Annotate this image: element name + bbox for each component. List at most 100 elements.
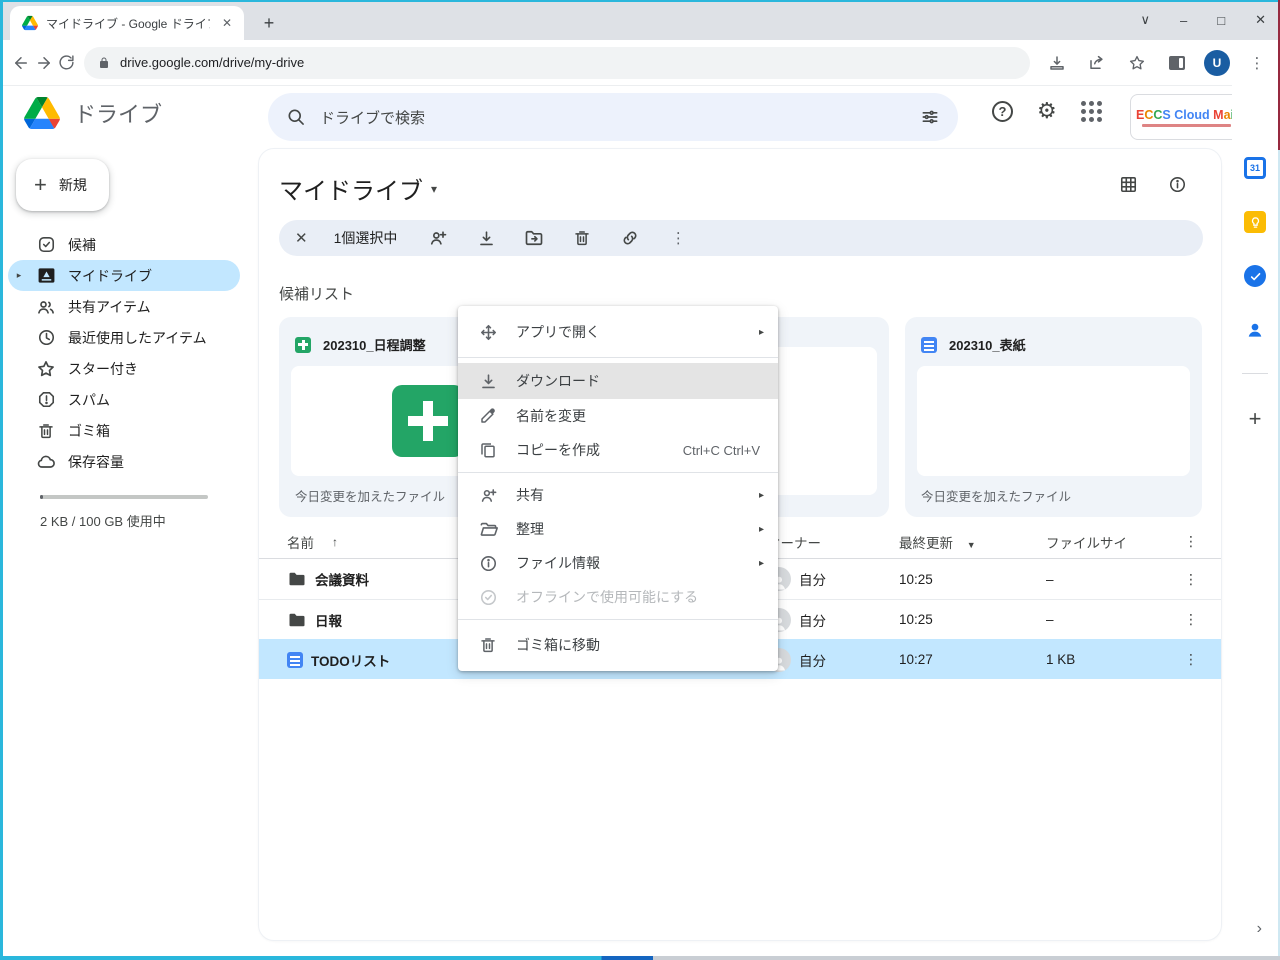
menu-item-download[interactable]: ダウンロード	[458, 363, 778, 399]
calendar-icon[interactable]: 31	[1244, 157, 1266, 179]
drive-logo[interactable]: ドライブ	[24, 97, 162, 129]
more-actions-icon[interactable]: ⋮	[667, 227, 689, 249]
menu-item-label: オフラインで使用可能にする	[516, 587, 764, 607]
browser-profile-avatar[interactable]: U	[1204, 50, 1230, 76]
side-panel-divider	[1242, 373, 1268, 374]
new-button[interactable]: + 新規	[16, 159, 109, 211]
menu-item-move-to-trash[interactable]: ゴミ箱に移動	[458, 625, 778, 665]
menu-item-open-with[interactable]: アプリで開く ▸	[458, 312, 778, 352]
suggestions-heading: 候補リスト	[279, 283, 354, 304]
table-options-icon[interactable]: ⋮	[1161, 533, 1221, 550]
menu-item-label: コピーを作成	[516, 440, 665, 460]
back-icon[interactable]	[10, 47, 33, 79]
row-more-icon[interactable]: ⋮	[1161, 611, 1221, 628]
file-name: 会議資料	[315, 569, 369, 589]
sort-descending-icon[interactable]: ▼	[967, 540, 976, 550]
info-icon[interactable]	[1168, 175, 1187, 194]
page-title[interactable]: マイドライブ ▾	[279, 171, 437, 206]
minimize-button[interactable]: –	[1180, 13, 1187, 28]
reload-icon[interactable]	[55, 47, 78, 79]
share-person-add-icon[interactable]	[427, 227, 449, 249]
sidebar-item-suggested[interactable]: 候補	[8, 229, 240, 260]
share-icon[interactable]	[1084, 50, 1110, 76]
trash-icon[interactable]	[571, 227, 593, 249]
grid-view-icon[interactable]	[1119, 175, 1138, 194]
menu-item-label: 整理	[516, 519, 741, 539]
header-modified[interactable]: 最終更新	[899, 536, 953, 551]
file-size: 1 KB	[1046, 652, 1161, 667]
menu-item-share[interactable]: 共有 ▸	[458, 478, 778, 512]
menu-item-label: 名前を変更	[516, 406, 764, 426]
keep-icon[interactable]	[1244, 211, 1266, 233]
sidebar-item-my-drive[interactable]: ▸ マイドライブ	[8, 260, 240, 291]
menu-shortcut: Ctrl+C Ctrl+V	[683, 443, 760, 458]
header-size[interactable]: ファイルサイ	[1046, 536, 1127, 551]
file-card-docs[interactable]: 202310_表紙 今日変更を加えたファイル	[905, 317, 1202, 517]
workspace-side-panel: 31 +	[1232, 85, 1278, 956]
sidebar-item-starred[interactable]: スター付き	[8, 353, 240, 384]
card-caption: 今日変更を加えたファイル	[917, 476, 1190, 505]
row-more-icon[interactable]: ⋮	[1161, 651, 1221, 668]
storage-progress-bar	[40, 495, 208, 499]
browser-tab[interactable]: マイドライブ - Google ドライブ ✕	[10, 6, 244, 40]
downloads-icon[interactable]	[1044, 50, 1070, 76]
sidebar-item-recent[interactable]: 最近使用したアイテム	[8, 322, 240, 353]
expand-arrow-icon[interactable]: ▸	[14, 270, 24, 281]
tab-search-icon[interactable]: ∨	[1140, 12, 1150, 28]
tab-title: マイドライブ - Google ドライブ	[46, 15, 210, 32]
menu-item-label: ゴミ箱に移動	[516, 635, 764, 655]
submenu-arrow-icon: ▸	[759, 558, 764, 569]
address-bar[interactable]: drive.google.com/drive/my-drive	[84, 47, 1030, 79]
drive-logo-icon	[24, 97, 60, 129]
sort-ascending-icon[interactable]: ↑	[332, 535, 338, 549]
move-to-folder-icon[interactable]	[523, 227, 545, 249]
menu-item-label: ファイル情報	[516, 553, 741, 573]
owner-name: 自分	[799, 650, 826, 670]
contacts-icon[interactable]	[1244, 319, 1266, 341]
sidebar-nav: 候補 ▸ マイドライブ 共有アイテム 最近使用したアイテム スター付き スパム	[8, 229, 240, 477]
sidebar-item-shared[interactable]: 共有アイテム	[8, 291, 240, 322]
bookmark-star-icon[interactable]	[1124, 50, 1150, 76]
page-title-text: マイドライブ	[279, 171, 423, 206]
selection-toolbar: ✕ 1個選択中 ⋮	[279, 220, 1203, 256]
help-icon[interactable]: ?	[992, 101, 1013, 122]
settings-gear-icon[interactable]: ⚙	[1037, 100, 1057, 122]
row-more-icon[interactable]: ⋮	[1161, 571, 1221, 588]
new-tab-button[interactable]: +	[256, 10, 282, 36]
forward-icon[interactable]	[33, 47, 56, 79]
sidebar-item-label: 候補	[68, 235, 96, 255]
drive-logo-text: ドライブ	[74, 97, 162, 129]
download-icon	[478, 371, 498, 391]
tab-close-icon[interactable]: ✕	[218, 14, 236, 32]
tasks-icon[interactable]	[1244, 265, 1266, 287]
sidebar-item-label: スター付き	[68, 359, 138, 379]
side-panel-icon[interactable]	[1164, 50, 1190, 76]
menu-item-file-info[interactable]: ファイル情報 ▸	[458, 546, 778, 580]
drive-favicon	[22, 15, 38, 31]
google-apps-grid-icon[interactable]	[1081, 101, 1102, 122]
maximize-button[interactable]: □	[1217, 13, 1225, 28]
clear-selection-icon[interactable]: ✕	[295, 229, 308, 247]
menu-item-rename[interactable]: 名前を変更	[458, 399, 778, 433]
search-bar[interactable]: ドライブで検索	[268, 93, 958, 141]
browser-menu-icon[interactable]: ⋮	[1244, 50, 1270, 76]
download-icon[interactable]	[475, 227, 497, 249]
close-button[interactable]: ✕	[1255, 12, 1266, 28]
star-icon	[36, 359, 56, 379]
show-side-panel-chevron-icon[interactable]: ›	[1257, 920, 1262, 938]
menu-item-make-copy[interactable]: コピーを作成 Ctrl+C Ctrl+V	[458, 433, 778, 467]
get-add-ons-icon[interactable]: +	[1249, 406, 1262, 432]
sidebar-item-trash[interactable]: ゴミ箱	[8, 415, 240, 446]
sidebar-item-spam[interactable]: スパム	[8, 384, 240, 415]
menu-item-label: 共有	[516, 485, 741, 505]
link-icon[interactable]	[619, 227, 641, 249]
menu-item-label: ダウンロード	[516, 371, 764, 391]
menu-item-organize[interactable]: 整理 ▸	[458, 512, 778, 546]
sidebar-item-storage[interactable]: 保存容量	[8, 446, 240, 477]
chevron-down-icon[interactable]: ▾	[431, 182, 437, 196]
browser-tab-strip: マイドライブ - Google ドライブ ✕ + ∨ – □ ✕	[0, 0, 1280, 40]
header-name[interactable]: 名前	[287, 532, 314, 552]
my-drive-icon	[36, 266, 56, 286]
search-options-icon[interactable]	[920, 107, 940, 127]
lock-icon	[98, 56, 110, 70]
